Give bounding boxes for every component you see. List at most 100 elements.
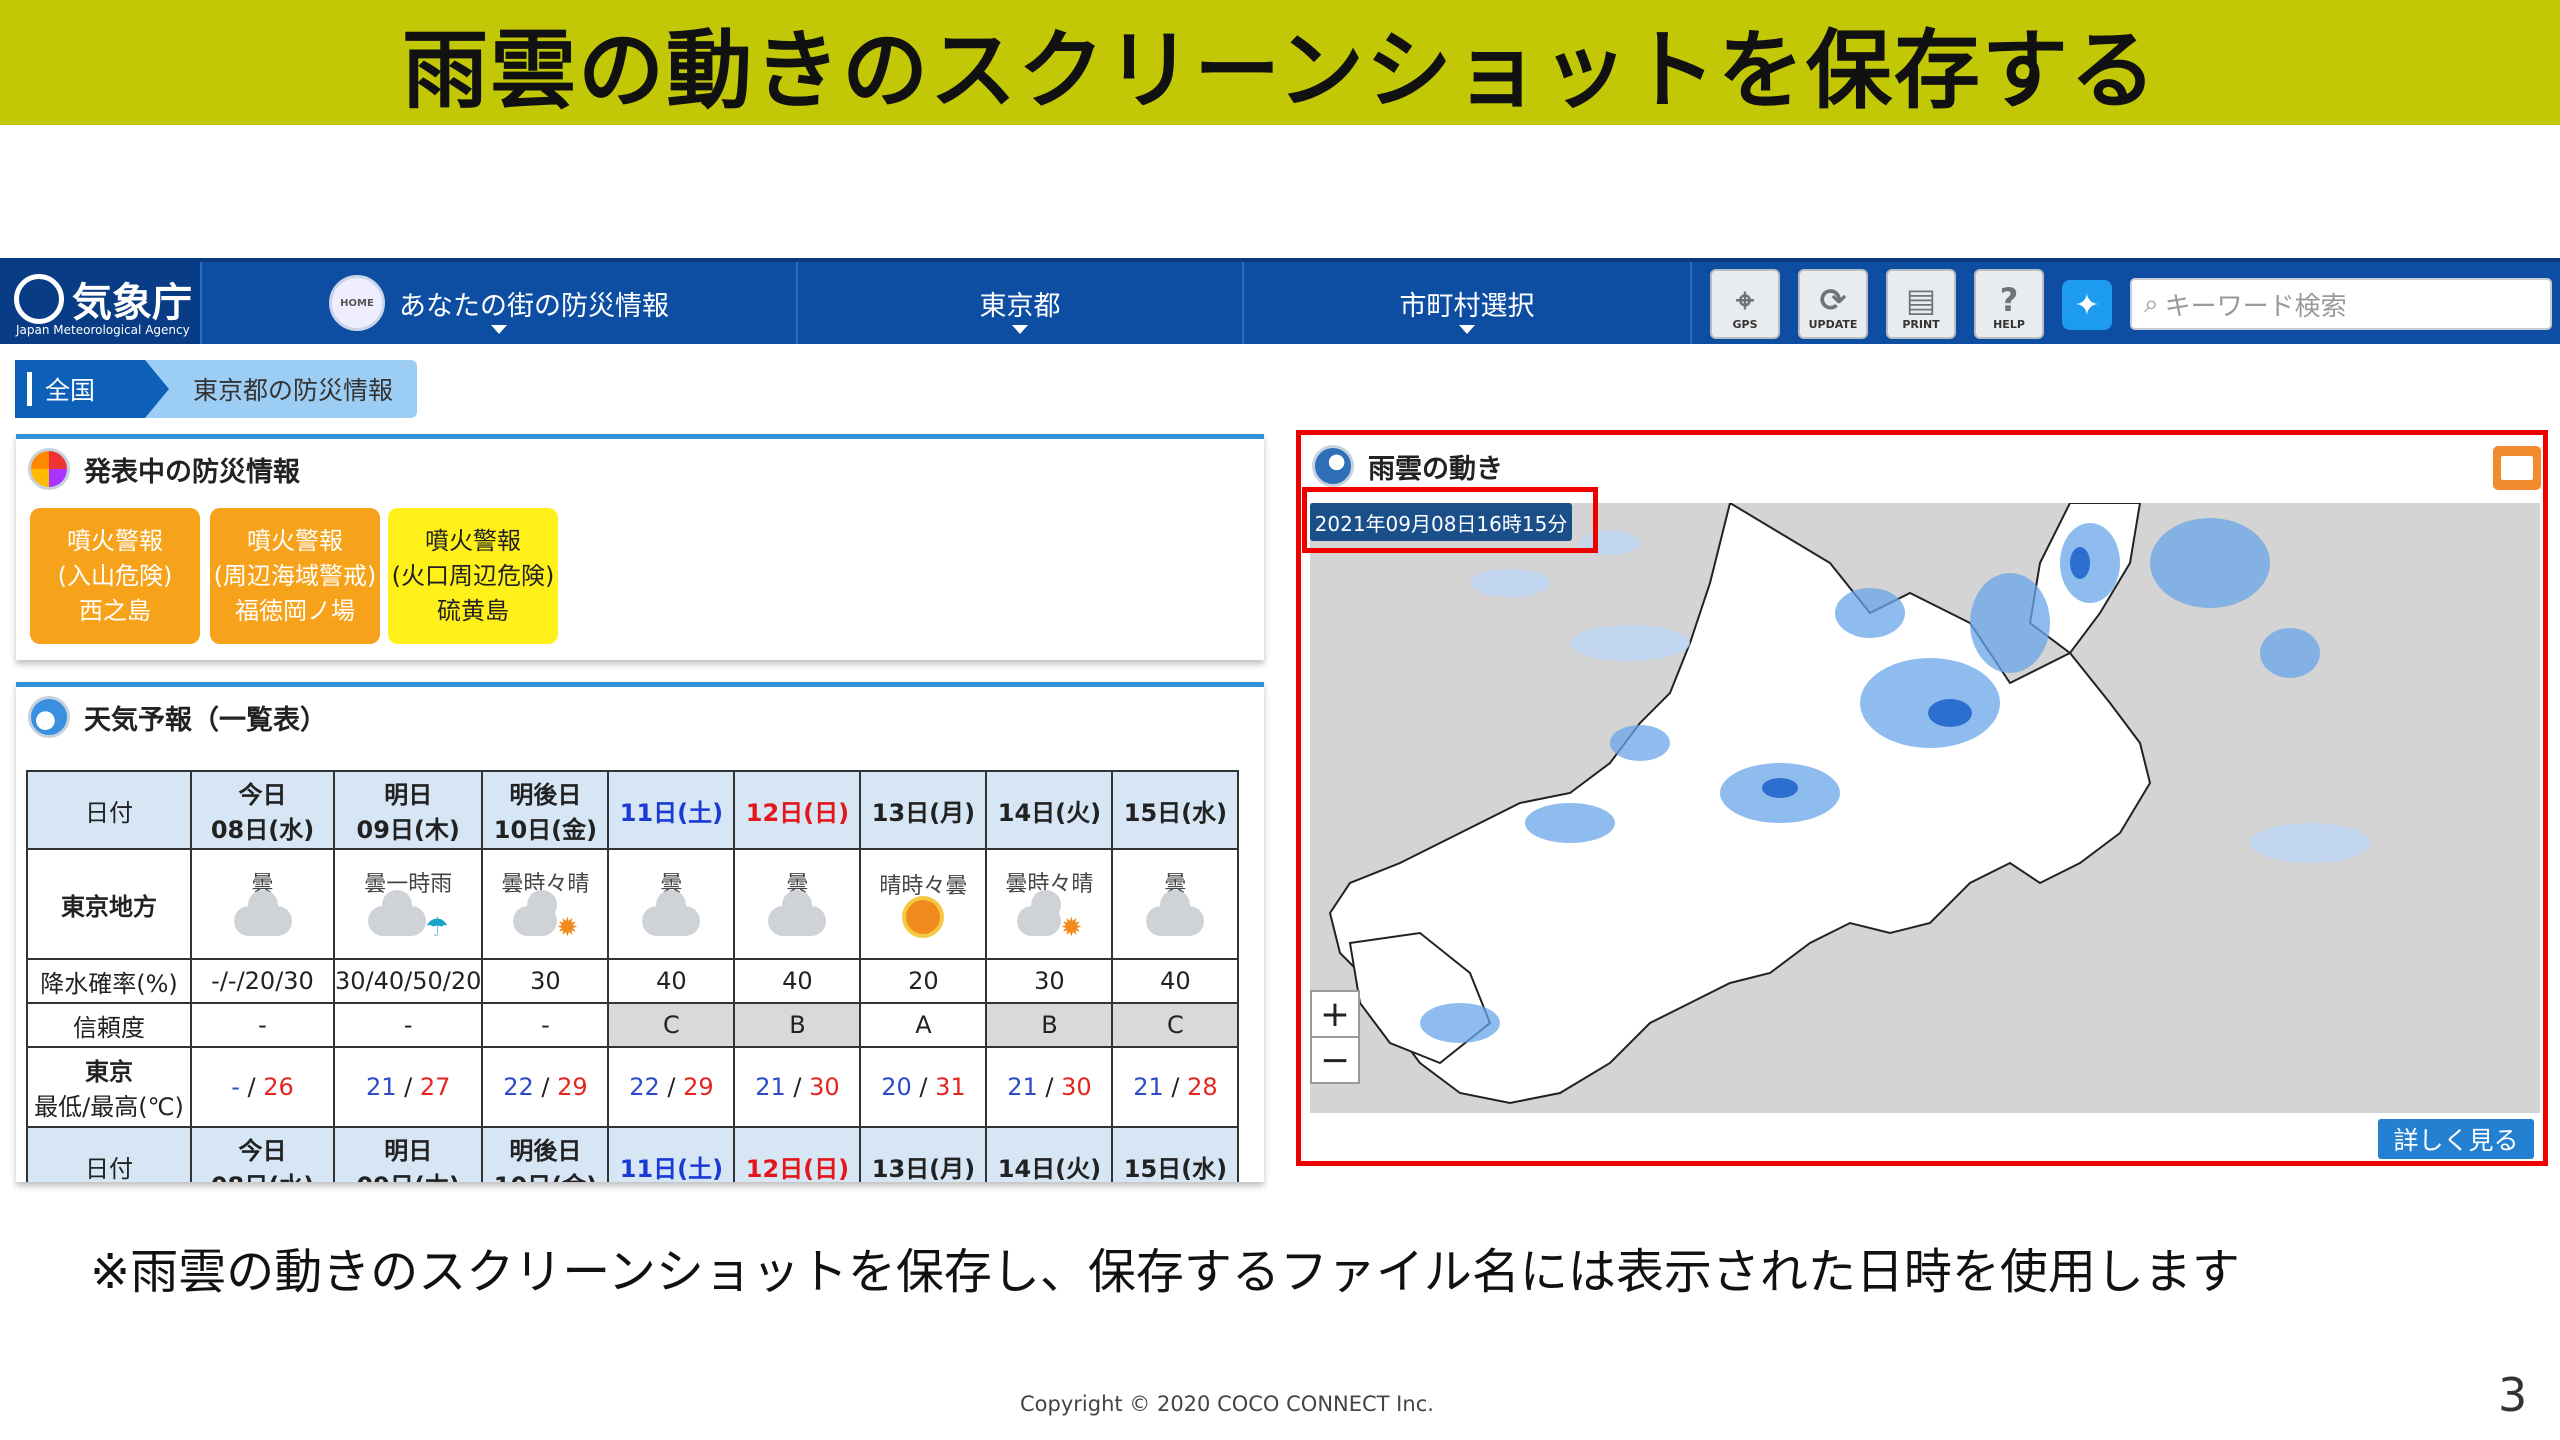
rain-map-highlight xyxy=(1296,430,2548,1166)
row-label-temp: 東京 最低/最高(℃) xyxy=(26,1046,192,1128)
reliability-cell: - xyxy=(332,1002,484,1048)
day-header: 11日(土) xyxy=(607,1126,736,1182)
nav-prefecture[interactable]: 東京都 xyxy=(798,262,1244,344)
chevron-down-icon xyxy=(1459,325,1475,334)
cloud-icon xyxy=(233,890,292,936)
weather-cell: 曇一時雨 ☂ xyxy=(332,848,484,960)
zoom-in-button[interactable]: + xyxy=(1310,990,1360,1038)
slide-title: 雨雲の動きのスクリーンショットを保存する xyxy=(402,21,2158,121)
temp-cell: 21 / 27 xyxy=(332,1046,484,1128)
update-button[interactable]: ⟳ UPDATE xyxy=(1798,269,1868,339)
copyright: Copyright © 2020 COCO CONNECT Inc. xyxy=(1020,1392,1434,1416)
forecast-table: 日付 今日 08日(水) 明日 09日(木) 明後日 10日(金) 11日(土) 12… xyxy=(26,770,1240,1182)
forecast-header: 天気予報（一覧表） xyxy=(16,687,1264,747)
precip-cell: 40 xyxy=(1111,958,1240,1004)
weather-cell: 曇 xyxy=(607,848,736,960)
alert-card[interactable]: 噴火警報 (周辺海域警戒) 福徳岡ノ場 xyxy=(210,508,380,644)
temp-cell: 22 / 29 xyxy=(481,1046,610,1128)
nav-label: 市町村選択 xyxy=(1399,290,1535,322)
gps-button[interactable]: ⌖ GPS xyxy=(1710,269,1780,339)
cloud-sun-icon xyxy=(512,889,557,936)
print-button[interactable]: ▤ PRINT xyxy=(1886,269,1956,339)
day-header: 12日(日) xyxy=(733,1126,862,1182)
day-header: 13日(月) xyxy=(859,1126,988,1182)
alerts-title: 発表中の防災情報 xyxy=(84,456,300,488)
alerts-panel: 発表中の防災情報 xyxy=(16,434,1264,660)
weather-cell: 曇 xyxy=(733,848,862,960)
temp-cell: - / 26 xyxy=(190,1046,335,1128)
book-icon[interactable] xyxy=(2493,446,2541,490)
alert-card[interactable]: 噴火警報 (火口周辺危険) 硫黄島 xyxy=(388,508,558,644)
help-icon: ? xyxy=(1999,281,2019,319)
weather-cell: 曇 xyxy=(1111,848,1240,960)
nav-local-disaster[interactable]: HOME あなたの街の防災情報 xyxy=(202,262,798,344)
row-label-date: 日付 xyxy=(26,1126,192,1182)
day-header: 明後日10日(金) xyxy=(481,1126,610,1182)
sun-cloud-icon xyxy=(906,900,941,934)
zoom-out-button[interactable]: − xyxy=(1310,1036,1360,1084)
forecast-title: 天気予報（一覧表） xyxy=(84,704,327,736)
reliability-cell: C xyxy=(607,1002,736,1048)
jma-logo-icon xyxy=(14,274,64,324)
precip-cell: 30 xyxy=(985,958,1114,1004)
more-details-button[interactable]: 詳しく見る xyxy=(2378,1119,2534,1159)
search-input[interactable]: ⌕ キーワード検索 xyxy=(2130,278,2552,330)
search-icon: ⌕ xyxy=(2144,288,2159,319)
reliability-cell: - xyxy=(190,1002,335,1048)
jma-logo[interactable]: 気象庁 Japan Meteorological Agency xyxy=(0,262,202,344)
cloud-rain-icon xyxy=(367,889,426,936)
slide-title-bar: 雨雲の動きのスクリーンショットを保存する xyxy=(0,0,2560,125)
precip-cell: 30 xyxy=(481,958,610,1004)
precip-cell: 40 xyxy=(733,958,862,1004)
temp-cell: 20 / 31 xyxy=(859,1046,988,1128)
reliability-cell: C xyxy=(1111,1002,1240,1048)
precip-cell: 40 xyxy=(607,958,736,1004)
twitter-button[interactable]: ✦ xyxy=(2062,280,2112,330)
day-header: 15日(水) xyxy=(1111,770,1240,850)
cloud-icon xyxy=(642,890,701,936)
reliability-cell: A xyxy=(859,1002,988,1048)
nav-label: 東京都 xyxy=(979,290,1061,322)
day-header: 14日(火) xyxy=(985,770,1114,850)
forecast-table-wrap: 日付 今日 08日(水) 明日 09日(木) 明後日 10日(金) 11日(土) 12… xyxy=(16,760,1264,1182)
row-label-date: 日付 xyxy=(26,770,192,850)
alert-card[interactable]: 噴火警報 (入山危険) 西之島 xyxy=(30,508,200,644)
temp-cell: 21 / 30 xyxy=(733,1046,862,1128)
page-number: 3 xyxy=(2498,1368,2528,1422)
cloud-icon xyxy=(1146,890,1205,936)
gps-icon: ⌖ xyxy=(1735,281,1755,319)
sun-icon: ✹ xyxy=(1060,912,1083,943)
day-header: 今日08日(水) xyxy=(190,770,335,850)
nav-municipality[interactable]: 市町村選択 xyxy=(1244,262,1692,344)
reliability-cell: - xyxy=(481,1002,610,1048)
row-label-precip: 降水確率(%) xyxy=(26,958,192,1004)
precip-cell: 30/40/50/20 xyxy=(332,958,484,1004)
breadcrumb-home[interactable]: 全国 xyxy=(15,360,145,418)
breadcrumb-arrow xyxy=(145,360,169,418)
printer-icon: ▤ xyxy=(1905,281,1937,319)
day-header: 14日(火) xyxy=(985,1126,1114,1182)
day-header: 明日09日(木) xyxy=(332,770,484,850)
search-placeholder: キーワード検索 xyxy=(2164,291,2347,322)
cloud-sun-icon xyxy=(1016,889,1061,936)
day-header: 12日(日) xyxy=(733,770,862,850)
alert-icon xyxy=(28,448,70,490)
day-header: 明後日10日(金) xyxy=(481,770,610,850)
weather-icon xyxy=(28,696,70,738)
day-header: 13日(月) xyxy=(859,770,988,850)
chevron-down-icon xyxy=(491,325,507,334)
temp-cell: 21 / 28 xyxy=(1111,1046,1240,1128)
jma-header: 気象庁 Japan Meteorological Agency HOME あなた… xyxy=(0,258,2560,344)
help-button[interactable]: ? HELP xyxy=(1974,269,2044,339)
nav-label: あなたの街の防災情報 xyxy=(399,290,669,322)
row-label-region: 東京地方 xyxy=(26,848,192,960)
day-header: 15日(水) xyxy=(1111,1126,1240,1182)
weather-cell: 曇時々晴 ✹ xyxy=(481,848,610,960)
day-header: 11日(土) xyxy=(607,770,736,850)
reliability-cell: B xyxy=(985,1002,1114,1048)
precip-cell: 20 xyxy=(859,958,988,1004)
twitter-icon: ✦ xyxy=(2074,287,2100,323)
temp-cell: 21 / 30 xyxy=(985,1046,1114,1128)
weather-cell: 晴時々曇 xyxy=(859,848,988,960)
temp-cell: 22 / 29 xyxy=(607,1046,736,1128)
